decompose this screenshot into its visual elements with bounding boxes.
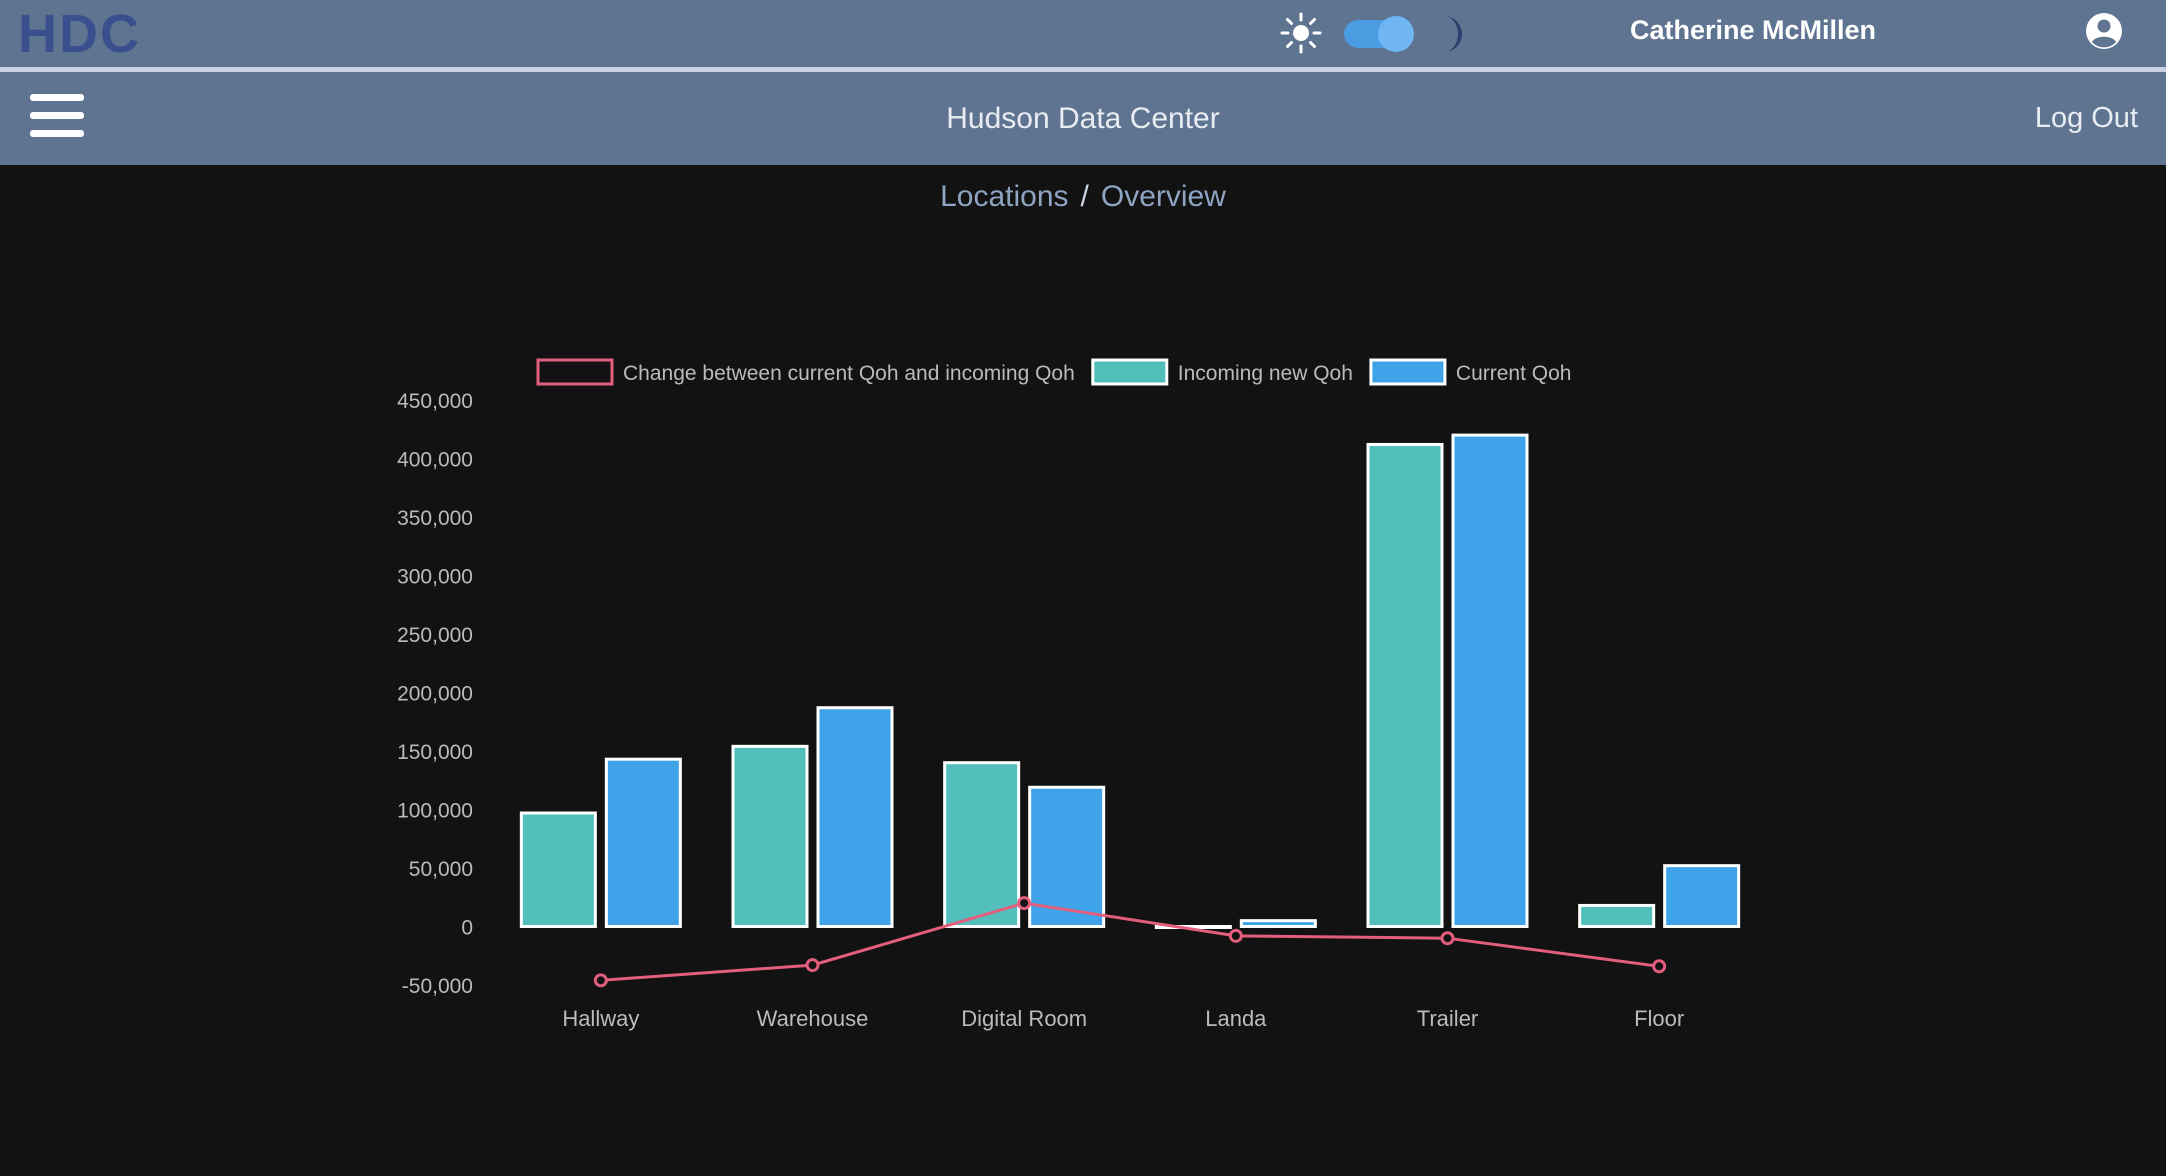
bar <box>1663 864 1741 928</box>
bar <box>1239 919 1317 929</box>
y-tick-label: 100,000 <box>397 800 473 823</box>
bar <box>731 744 809 928</box>
x-tick-label: Floor <box>1634 1006 1684 1031</box>
bar <box>604 757 682 928</box>
qoh-chart: -50,000 0 50,000 100,000 150,000 200,000 250,0… <box>397 358 1741 1031</box>
y-tick-label: -50,000 <box>402 975 473 998</box>
bar <box>943 761 1021 929</box>
legend-swatch <box>1091 358 1169 386</box>
x-tick-label: Landa <box>1205 1006 1267 1031</box>
y-tick-label: 0 <box>461 917 473 940</box>
y-tick-label: 250,000 <box>397 624 473 647</box>
line-point <box>1228 928 1243 943</box>
line-point <box>1440 931 1455 946</box>
bar <box>519 811 597 929</box>
legend-label: Change between current Qoh and incoming … <box>623 362 1075 385</box>
bar <box>816 706 894 929</box>
y-tick-label: 50,000 <box>409 858 473 881</box>
y-tick-label: 200,000 <box>397 683 473 706</box>
y-tick-label: 150,000 <box>397 741 473 764</box>
x-tick-label: Warehouse <box>757 1006 869 1031</box>
legend-swatch <box>1369 358 1447 386</box>
bar <box>1451 433 1529 928</box>
line-point <box>593 973 608 988</box>
x-tick-label: Hallway <box>562 1006 639 1031</box>
legend-swatch <box>536 358 614 386</box>
y-tick-label: 300,000 <box>397 566 473 589</box>
line-point <box>1017 896 1032 911</box>
y-tick-label: 450,000 <box>397 390 473 413</box>
line-point <box>1652 959 1667 974</box>
x-tick-label: Trailer <box>1417 1006 1479 1031</box>
line-point <box>805 958 820 973</box>
bar <box>1578 903 1656 929</box>
x-tick-label: Digital Room <box>961 1006 1087 1031</box>
legend-label: Incoming new Qoh <box>1178 362 1353 385</box>
legend-label: Current Qoh <box>1456 362 1572 385</box>
y-tick-label: 350,000 <box>397 507 473 530</box>
bar <box>1366 442 1444 928</box>
y-tick-label: 400,000 <box>397 449 473 472</box>
